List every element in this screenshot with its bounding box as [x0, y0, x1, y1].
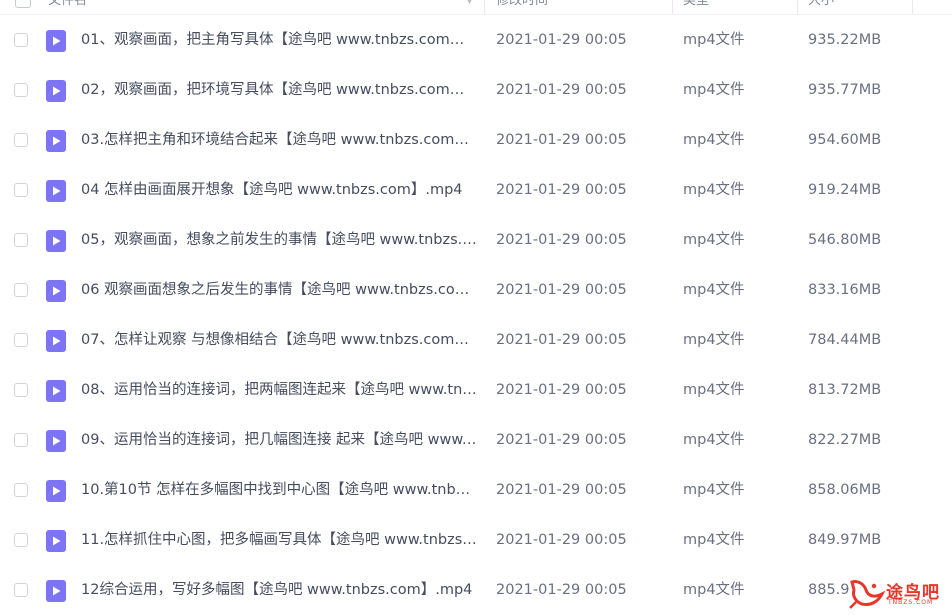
row-checkbox[interactable]: [14, 83, 28, 97]
file-row[interactable]: 12综合运用，写好多幅图【途鸟吧 www.tnbzs.com】.mp4 2021-…: [0, 565, 952, 615]
file-row[interactable]: 05，观察画面，想象之前发生的事情【途鸟吧 www.tnbzs.com】.mp4…: [0, 215, 952, 265]
file-size: 858.06MB: [808, 482, 882, 498]
row-checkbox[interactable]: [14, 133, 28, 147]
video-file-icon: [46, 480, 66, 502]
file-date: 2021-01-29 00:05: [496, 432, 627, 448]
file-size: 813.72MB: [808, 382, 882, 398]
video-file-icon: [46, 130, 66, 152]
column-divider: [912, 0, 913, 14]
file-name[interactable]: 11.怎样抓住中心图，把多幅画写具体【途鸟吧 www.tnbzs.com】.mp…: [81, 531, 477, 549]
file-name[interactable]: 02，观察画面，把环境写具体【途鸟吧 www.tnbzs.com】.mp4: [81, 81, 477, 99]
video-file-icon: [46, 430, 66, 452]
file-type: mp4文件: [683, 132, 745, 148]
file-date: 2021-01-29 00:05: [496, 582, 627, 598]
select-all-checkbox[interactable]: [15, 0, 31, 8]
column-divider: [484, 0, 485, 14]
row-checkbox[interactable]: [14, 383, 28, 397]
file-type: mp4文件: [683, 582, 745, 598]
row-checkbox[interactable]: [14, 583, 28, 597]
file-type: mp4文件: [683, 432, 745, 448]
column-divider: [797, 0, 798, 14]
file-size: 784.44MB: [808, 332, 882, 348]
file-row[interactable]: 10.第10节 怎样在多幅图中找到中心图【途鸟吧 www.tnbzs.com】.…: [0, 465, 952, 515]
file-row[interactable]: 11.怎样抓住中心图，把多幅画写具体【途鸟吧 www.tnbzs.com】.mp…: [0, 515, 952, 565]
column-header-type[interactable]: 类型: [683, 0, 709, 9]
row-checkbox[interactable]: [14, 33, 28, 47]
row-checkbox[interactable]: [14, 533, 28, 547]
file-row[interactable]: 02，观察画面，把环境写具体【途鸟吧 www.tnbzs.com】.mp4 202…: [0, 65, 952, 115]
row-checkbox[interactable]: [14, 183, 28, 197]
file-size: 885.9: [808, 582, 850, 598]
file-row[interactable]: 04 怎样由画面展开想象【途鸟吧 www.tnbzs.com】.mp4 2021-…: [0, 165, 952, 215]
file-name[interactable]: 07、怎样让观察 与想像相结合【途鸟吧 www.tnbzs.com】.mp4: [81, 331, 477, 349]
watermark-subtext: TNBZS.COM: [888, 599, 934, 606]
column-header-size[interactable]: 大小: [808, 0, 834, 9]
file-name[interactable]: 01、观察画面，把主角写具体【途鸟吧 www.tnbzs.com】.mp4: [81, 31, 477, 49]
video-file-icon: [46, 380, 66, 402]
video-file-icon: [46, 280, 66, 302]
file-name[interactable]: 03.怎样把主角和环境结合起来【途鸟吧 www.tnbzs.com】.mp4: [81, 131, 477, 149]
file-type: mp4文件: [683, 182, 745, 198]
column-header-date[interactable]: 修改时间: [496, 0, 548, 9]
video-file-icon: [46, 230, 66, 252]
file-size: 849.97MB: [808, 532, 882, 548]
file-type: mp4文件: [683, 232, 745, 248]
file-date: 2021-01-29 00:05: [496, 182, 627, 198]
row-checkbox[interactable]: [14, 283, 28, 297]
file-name[interactable]: 04 怎样由画面展开想象【途鸟吧 www.tnbzs.com】.mp4: [81, 181, 477, 199]
file-list: 01、观察画面，把主角写具体【途鸟吧 www.tnbzs.com】.mp4 202…: [0, 15, 952, 615]
file-type: mp4文件: [683, 332, 745, 348]
file-type: mp4文件: [683, 82, 745, 98]
row-checkbox[interactable]: [14, 433, 28, 447]
file-name[interactable]: 09、运用恰当的连接词，把几幅图连接 起来【途鸟吧 www.tnbzs.com】…: [81, 431, 477, 449]
video-file-icon: [46, 80, 66, 102]
file-date: 2021-01-29 00:05: [496, 32, 627, 48]
file-size: 919.24MB: [808, 182, 882, 198]
file-row[interactable]: 08、运用恰当的连接词，把两幅图连起来【途鸟吧 www.tnbzs.com】.m…: [0, 365, 952, 415]
file-size: 546.80MB: [808, 232, 882, 248]
file-type: mp4文件: [683, 482, 745, 498]
bird-logo-icon: [849, 580, 886, 609]
file-row[interactable]: 09、运用恰当的连接词，把几幅图连接 起来【途鸟吧 www.tnbzs.com】…: [0, 415, 952, 465]
file-type: mp4文件: [683, 532, 745, 548]
file-type: mp4文件: [683, 32, 745, 48]
file-date: 2021-01-29 00:05: [496, 232, 627, 248]
file-date: 2021-01-29 00:05: [496, 332, 627, 348]
file-size: 833.16MB: [808, 282, 882, 298]
file-name[interactable]: 08、运用恰当的连接词，把两幅图连起来【途鸟吧 www.tnbzs.com】.m…: [81, 381, 477, 399]
file-size: 822.27MB: [808, 432, 882, 448]
column-header-name[interactable]: 文件名: [48, 0, 87, 9]
row-checkbox[interactable]: [14, 333, 28, 347]
video-file-icon: [46, 580, 66, 602]
file-date: 2021-01-29 00:05: [496, 532, 627, 548]
file-row[interactable]: 03.怎样把主角和环境结合起来【途鸟吧 www.tnbzs.com】.mp4 20…: [0, 115, 952, 165]
watermark-logo: 途鸟吧 TNBZS.COM: [848, 574, 948, 612]
table-header: 文件名 ▼ 修改时间 类型 大小: [0, 0, 952, 15]
video-file-icon: [46, 180, 66, 202]
file-name[interactable]: 06 观察画面想象之后发生的事情【途鸟吧 www.tnbzs.com】.mp4: [81, 281, 477, 299]
file-type: mp4文件: [683, 382, 745, 398]
file-date: 2021-01-29 00:05: [496, 82, 627, 98]
row-checkbox[interactable]: [14, 233, 28, 247]
column-divider: [672, 0, 673, 14]
row-checkbox[interactable]: [14, 483, 28, 497]
video-file-icon: [46, 330, 66, 352]
file-date: 2021-01-29 00:05: [496, 132, 627, 148]
file-name[interactable]: 05，观察画面，想象之前发生的事情【途鸟吧 www.tnbzs.com】.mp4: [81, 231, 477, 249]
file-name[interactable]: 12综合运用，写好多幅图【途鸟吧 www.tnbzs.com】.mp4: [81, 581, 477, 599]
file-size: 954.60MB: [808, 132, 882, 148]
sort-arrow-icon[interactable]: ▼: [466, 0, 473, 6]
file-row[interactable]: 01、观察画面，把主角写具体【途鸟吧 www.tnbzs.com】.mp4 202…: [0, 15, 952, 65]
file-row[interactable]: 06 观察画面想象之后发生的事情【途鸟吧 www.tnbzs.com】.mp4 2…: [0, 265, 952, 315]
file-type: mp4文件: [683, 282, 745, 298]
file-size: 935.22MB: [808, 32, 882, 48]
video-file-icon: [46, 530, 66, 552]
file-size: 935.77MB: [808, 82, 882, 98]
video-file-icon: [46, 30, 66, 52]
file-name[interactable]: 10.第10节 怎样在多幅图中找到中心图【途鸟吧 www.tnbzs.com】.…: [81, 481, 477, 499]
file-date: 2021-01-29 00:05: [496, 382, 627, 398]
file-date: 2021-01-29 00:05: [496, 482, 627, 498]
file-row[interactable]: 07、怎样让观察 与想像相结合【途鸟吧 www.tnbzs.com】.mp4 20…: [0, 315, 952, 365]
file-date: 2021-01-29 00:05: [496, 282, 627, 298]
